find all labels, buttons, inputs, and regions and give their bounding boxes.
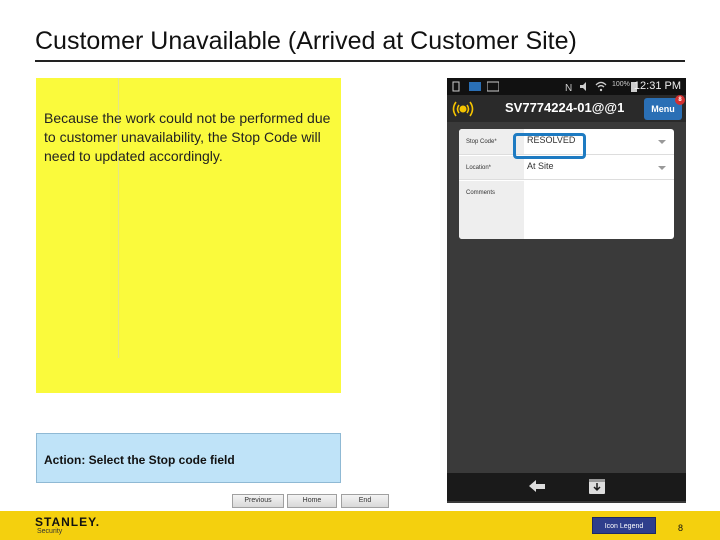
mute-icon [579, 81, 589, 92]
slide-title: Customer Unavailable (Arrived at Custome… [35, 27, 577, 55]
status-time: 12:31 PM [633, 80, 681, 92]
location-dropdown-icon [658, 166, 666, 170]
page-number: 8 [678, 523, 684, 533]
comments-label: Comments [459, 181, 524, 239]
app-header: SV7774224-01@@1 Menu 8 [447, 95, 686, 122]
svg-text:N: N [565, 83, 572, 92]
stanley-logo: STANLEY. [35, 515, 101, 529]
previous-button[interactable]: Previous [232, 494, 284, 508]
location-row[interactable]: Location* At Site [459, 156, 674, 180]
location-label: Location* [459, 156, 524, 179]
work-order-title: SV7774224-01@@1 [505, 100, 625, 115]
action-text: Action: Select the Stop code field [44, 453, 235, 467]
back-arrow-icon[interactable] [527, 478, 547, 499]
phone-status-bar: N 100% 12:31 PM [447, 78, 686, 95]
menu-label: Menu [651, 104, 675, 114]
end-button[interactable]: End [341, 494, 389, 508]
battery-percent: 100% [612, 81, 630, 88]
wifi-icon [595, 81, 607, 92]
nfc-icon: N [565, 81, 575, 94]
sim-icon [452, 81, 460, 92]
stop-code-dropdown-icon [658, 140, 666, 144]
home-button[interactable]: Home [287, 494, 337, 508]
phone-bottom-bar [447, 473, 686, 501]
save-icon[interactable] [588, 477, 606, 500]
icon-legend-button[interactable]: Icon Legend [592, 517, 656, 534]
logo-subtitle: Security [37, 528, 63, 535]
location-value: At Site [527, 161, 554, 171]
stop-code-highlight[interactable] [513, 133, 586, 159]
footer-bar: STANLEY. Security Icon Legend 8 [0, 511, 720, 540]
gps-signal-icon [452, 99, 474, 124]
comments-row[interactable]: Comments [459, 181, 674, 239]
app-notification-icon [469, 81, 481, 92]
instruction-note: Because the work could not be performed … [36, 78, 341, 393]
action-box: Action: Select the Stop code field [36, 433, 341, 483]
menu-badge: 8 [675, 95, 685, 105]
image-notification-icon [486, 81, 500, 92]
title-divider [35, 60, 685, 62]
menu-button[interactable]: Menu 8 [644, 95, 685, 120]
instruction-text: Because the work could not be performed … [44, 110, 331, 164]
